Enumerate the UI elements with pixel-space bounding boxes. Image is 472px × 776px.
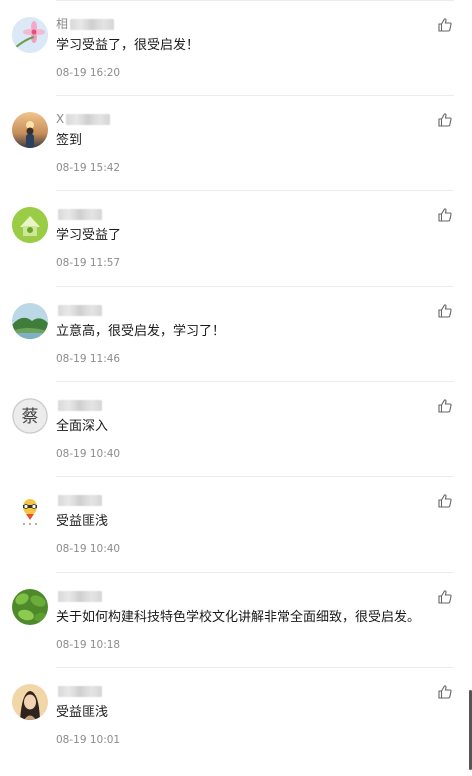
flower-avatar[interactable] [12,17,48,53]
divider [56,190,454,191]
comment-item: 立意高，很受启发，学习了！ 08-19 11:46 [0,286,472,381]
comment-text: 学习受益了 [56,228,122,243]
comment-item: 相 学习受益了，很受启发！ 08-19 16:20 [0,0,472,95]
thumbs-up-icon[interactable] [437,493,453,509]
comment-item: 受益匪浅 08-19 10:40 [0,476,472,571]
username-blurred [58,399,102,411]
comment-text: 受益匪浅 [56,705,109,720]
thumbs-up-icon[interactable] [437,112,453,128]
thumbs-up-icon[interactable] [437,684,453,700]
comment-text: 学习受益了，很受启发！ [56,38,200,53]
divider [56,286,454,287]
username[interactable] [56,684,102,698]
comment-text: 受益匪浅 [56,514,109,529]
thumbs-up-icon[interactable] [437,398,453,414]
username[interactable] [56,493,102,507]
username[interactable] [56,207,102,221]
comment-text: 全面深入 [56,419,109,434]
avatar-badge-text: 蔡 [22,407,39,427]
username-initial: 相 [56,17,69,31]
username-blurred [58,685,102,697]
comment-time: 08-19 10:18 [56,639,121,651]
comment-item: 蔡 全面深入 08-19 10:40 [0,381,472,476]
comment-text: 签到 [56,133,83,148]
username[interactable]: X [56,112,111,126]
thumbs-up-icon[interactable] [437,17,453,33]
comment-item: 受益匪浅 08-19 10:01 [0,667,472,762]
divider [56,381,454,382]
comment-text: 关于如何构建科技特色学校文化讲解非常全面细致，很受启发。 [56,610,421,625]
comment-item: 学习受益了 08-19 11:57 [0,190,472,285]
divider [56,476,454,477]
username[interactable] [56,303,102,317]
comment-time: 08-19 10:01 [56,734,121,746]
comment-time: 08-19 10:40 [56,448,121,460]
username-blurred [58,590,102,602]
comment-time: 08-19 10:40 [56,543,121,555]
username-blurred [58,304,102,316]
comment-time: 08-19 16:20 [56,67,121,79]
cai-character-avatar[interactable]: 蔡 [12,398,48,434]
username-blurred [70,18,115,30]
username[interactable]: 相 [56,17,115,31]
divider [56,667,454,668]
comment-time: 08-19 11:46 [56,353,121,365]
thumbs-up-icon[interactable] [437,303,453,319]
username-blurred [58,208,102,220]
portrait-avatar[interactable] [12,684,48,720]
cartoon-avatar[interactable] [12,493,48,529]
username-blurred [66,113,111,125]
username-initial: X [56,112,65,126]
divider [56,572,454,573]
sunset-person-avatar[interactable] [12,112,48,148]
comment-time: 08-19 15:42 [56,162,121,174]
green-house-avatar[interactable] [12,207,48,243]
comment-text: 立意高，很受启发，学习了！ [56,324,226,339]
landscape-avatar[interactable] [12,303,48,339]
comment-time: 08-19 11:57 [56,257,121,269]
username-blurred [58,494,102,506]
thumbs-up-icon[interactable] [437,589,453,605]
comment-item: 关于如何构建科技特色学校文化讲解非常全面细致，很受启发。 08-19 10:18 [0,572,472,667]
thumbs-up-icon[interactable] [437,207,453,223]
comment-item: X 签到 08-19 15:42 [0,95,472,190]
username[interactable] [56,398,102,412]
username[interactable] [56,589,102,603]
divider [56,95,454,96]
divider [56,0,454,1]
leaves-avatar[interactable] [12,589,48,625]
